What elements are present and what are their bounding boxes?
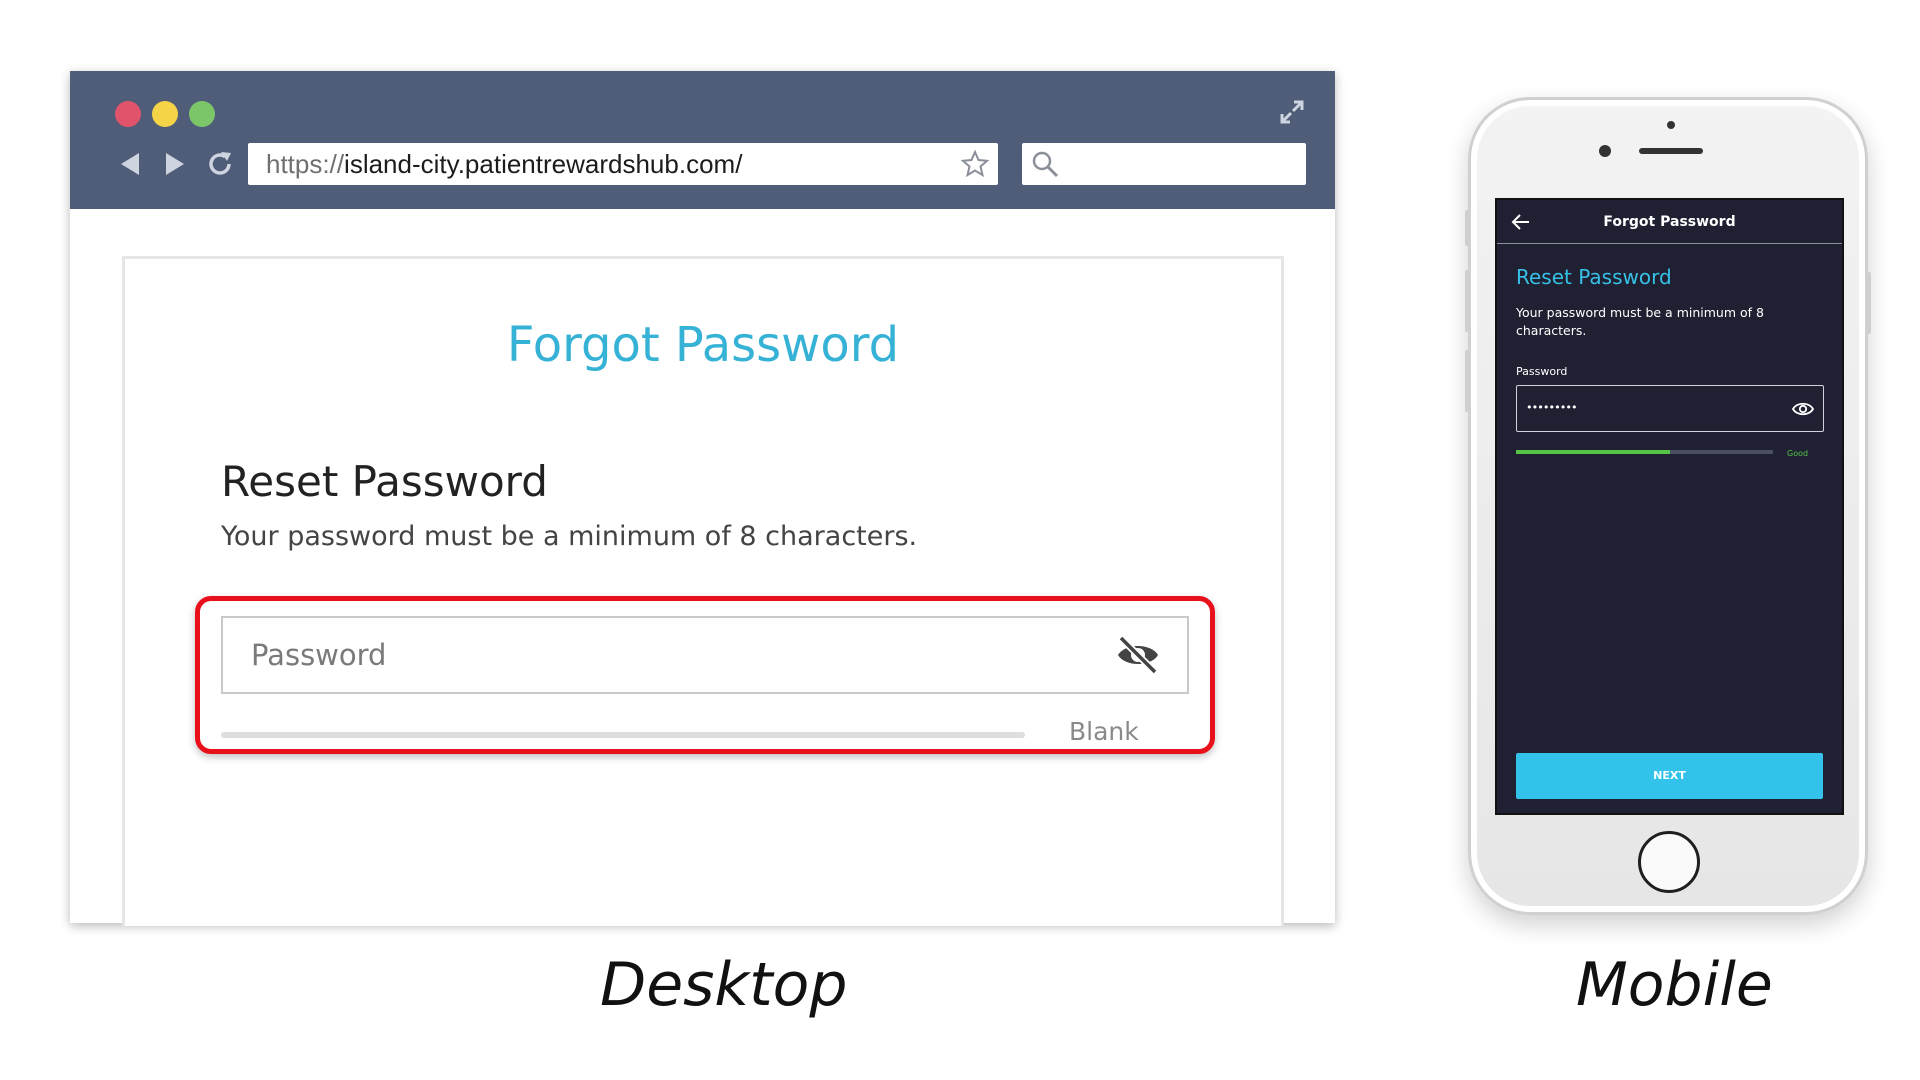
- close-dot[interactable]: [115, 101, 141, 127]
- power-button: [1867, 272, 1871, 334]
- reload-icon[interactable]: [205, 149, 235, 179]
- search-icon: [1032, 151, 1059, 178]
- url-scheme: https://: [266, 149, 345, 179]
- forgot-password-card: Forgot Password Reset Password Your pass…: [122, 256, 1284, 926]
- browser-chrome: https://island-city.patientrewardshub.co…: [70, 71, 1335, 209]
- mute-switch: [1465, 210, 1469, 246]
- minimize-dot[interactable]: [152, 101, 178, 127]
- mobile-password-label: Password: [1516, 365, 1568, 378]
- password-strength-label: Blank: [1069, 717, 1139, 746]
- front-camera: [1599, 145, 1611, 157]
- browser-content: Forgot Password Reset Password Your pass…: [70, 209, 1335, 926]
- address-bar[interactable]: https://island-city.patientrewardshub.co…: [248, 143, 998, 185]
- mobile-strength-label: Good: [1787, 449, 1809, 458]
- mobile-phone-frame: Forgot Password Reset Password Your pass…: [1465, 97, 1871, 915]
- proximity-sensor: [1667, 121, 1675, 129]
- mobile-strength-bar: [1516, 450, 1773, 454]
- back-arrow-icon[interactable]: [115, 149, 145, 179]
- password-requirement-text: Your password must be a minimum of 8 cha…: [221, 521, 918, 552]
- mobile-strength-fill: [1516, 450, 1671, 454]
- page-heading: Forgot Password: [506, 317, 900, 373]
- home-button[interactable]: [1638, 831, 1700, 893]
- password-strength-bar: [221, 732, 1025, 738]
- password-placeholder: Password: [251, 638, 387, 672]
- mobile-header: Forgot Password: [1497, 200, 1842, 244]
- expand-icon[interactable]: [1279, 99, 1305, 125]
- eye-icon[interactable]: [1791, 400, 1815, 418]
- mobile-password-value: •••••••••: [1526, 401, 1578, 414]
- desktop-caption: Desktop: [600, 950, 848, 1020]
- mobile-requirement-text: Your password must be a minimum of 8 cha…: [1516, 305, 1764, 338]
- stage: https://island-city.patientrewardshub.co…: [0, 0, 1920, 1080]
- eye-off-icon[interactable]: [1115, 634, 1161, 676]
- reset-password-title: Reset Password: [221, 457, 548, 506]
- url-host: island-city.patientrewardshub.com/: [344, 149, 743, 179]
- desktop-browser-window: https://island-city.patientrewardshub.co…: [70, 71, 1335, 926]
- zoom-dot[interactable]: [189, 101, 215, 127]
- mobile-password-field[interactable]: •••••••••: [1516, 385, 1824, 432]
- browser-search-box[interactable]: [1022, 143, 1306, 185]
- volume-up-button: [1465, 270, 1469, 332]
- mobile-reset-title: Reset Password: [1516, 265, 1672, 289]
- password-field[interactable]: Password: [221, 616, 1189, 694]
- mobile-header-title: Forgot Password: [1603, 214, 1736, 230]
- volume-down-button: [1465, 350, 1469, 412]
- earpiece-speaker: [1639, 148, 1703, 154]
- mobile-caption: Mobile: [1576, 950, 1773, 1020]
- next-button[interactable]: NEXT: [1516, 753, 1823, 799]
- star-icon[interactable]: [960, 149, 990, 179]
- mobile-screen: Forgot Password Reset Password Your pass…: [1495, 198, 1844, 815]
- forward-arrow-icon[interactable]: [160, 149, 190, 179]
